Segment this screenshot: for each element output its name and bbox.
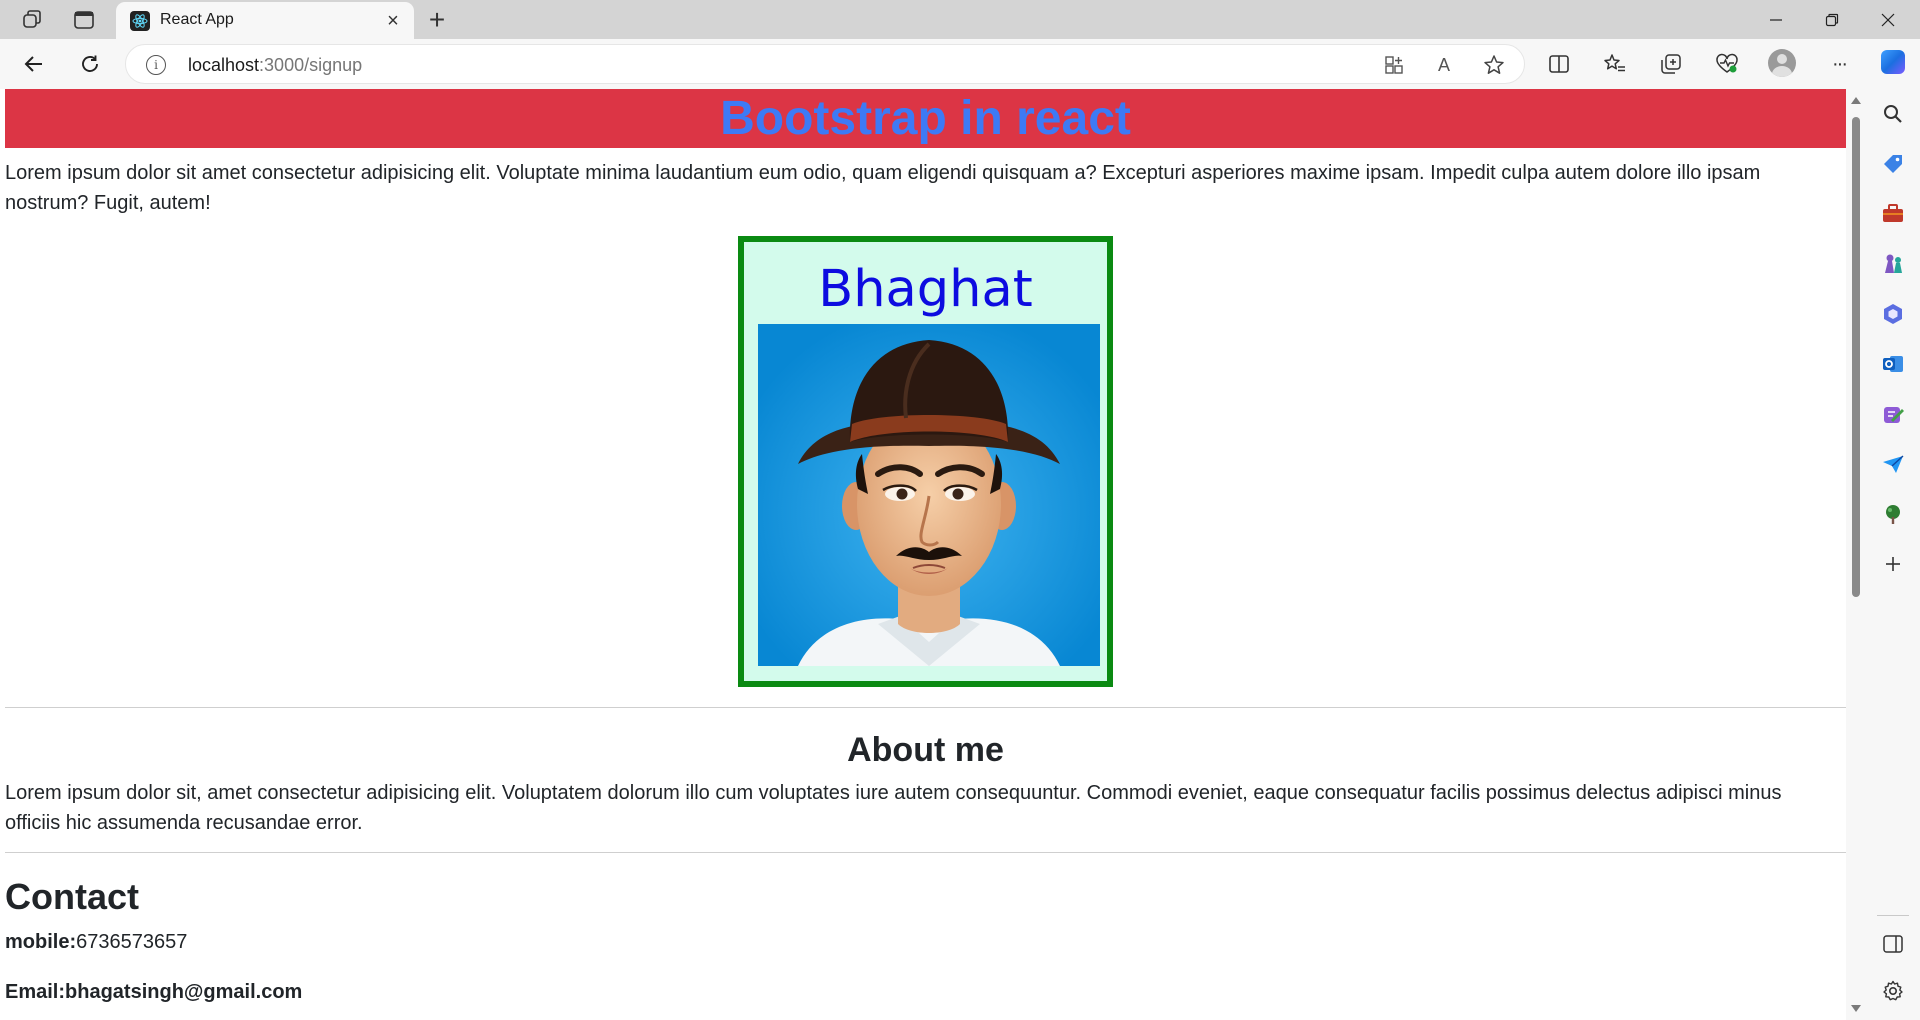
edge-sidebar (1866, 39, 1920, 1020)
url-text[interactable]: localhost:3000/signup (188, 55, 362, 76)
browser-titlebar: React App × + (0, 0, 1920, 39)
drop-icon[interactable] (1881, 402, 1905, 426)
copilot-icon[interactable] (1881, 50, 1905, 74)
profile-avatar[interactable] (1768, 49, 1796, 77)
tools-icon[interactable] (1881, 202, 1905, 226)
section-divider (5, 707, 1846, 708)
page-viewport: Bootstrap in react Lorem ipsum dolor sit… (5, 89, 1846, 1020)
tree-icon[interactable] (1881, 502, 1905, 526)
email-line: Email:bhagatsingh@gmail.com (5, 977, 1846, 1007)
about-heading: About me (847, 731, 1004, 769)
scroll-up-icon[interactable] (1851, 97, 1861, 104)
heart-pulse-icon[interactable] (1711, 48, 1743, 80)
sidebar-toggle-icon[interactable] (1881, 932, 1905, 956)
outlook-icon[interactable] (1881, 352, 1905, 376)
page-scrollbar[interactable] (1846, 89, 1866, 1020)
contact-heading: Contact (5, 876, 139, 917)
intro-text: Lorem ipsum dolor sit amet consectetur a… (5, 162, 1761, 214)
sidebar-separator (1877, 915, 1909, 916)
mobile-label: mobile: (5, 931, 77, 953)
minimize-icon[interactable] (1748, 0, 1804, 39)
refresh-icon[interactable] (74, 48, 106, 80)
workspaces-icon[interactable] (19, 8, 45, 32)
scroll-thumb[interactable] (1852, 117, 1860, 597)
app-install-icon[interactable] (1382, 53, 1406, 77)
microsoft365-icon[interactable] (1881, 302, 1905, 326)
section-divider (5, 852, 1846, 853)
collections-icon[interactable] (1655, 48, 1687, 80)
portrait-image (758, 324, 1100, 666)
send-icon[interactable] (1881, 452, 1905, 476)
scroll-down-icon[interactable] (1851, 1005, 1861, 1012)
mobile-line: mobile:6736573657 (5, 927, 1846, 957)
settings-icon[interactable] (1881, 979, 1905, 1003)
email-text: Email:bhagatsingh@gmail.com (5, 981, 303, 1003)
profile-card-wrapper: Bhaghat singh (5, 236, 1846, 687)
close-icon[interactable]: × (382, 10, 404, 32)
hero-title: Bootstrap in react (5, 89, 1846, 148)
close-window-icon[interactable] (1860, 0, 1916, 39)
url-host: localhost (188, 55, 260, 75)
games-icon[interactable] (1881, 252, 1905, 276)
favorites-icon[interactable] (1599, 48, 1631, 80)
tab-actions-icon[interactable] (71, 8, 97, 32)
more-icon[interactable]: ··· (1823, 48, 1855, 80)
profile-card: Bhaghat singh (738, 236, 1113, 687)
maximize-icon[interactable] (1804, 0, 1860, 39)
read-aloud-icon[interactable]: A (1432, 53, 1456, 77)
split-screen-icon[interactable] (1543, 48, 1575, 80)
react-favicon-icon (130, 11, 150, 31)
mobile-value: 6736573657 (76, 931, 188, 953)
url-path: :3000/signup (259, 55, 363, 75)
back-arrow-icon[interactable] (18, 48, 50, 80)
tab-title: React App (160, 11, 234, 28)
add-icon[interactable] (1881, 552, 1905, 576)
info-icon[interactable]: i (146, 55, 166, 75)
search-icon[interactable] (1881, 102, 1905, 126)
address-bar[interactable]: i localhost:3000/signup A (125, 44, 1525, 84)
shopping-icon[interactable] (1881, 152, 1905, 176)
plus-icon[interactable]: + (423, 6, 451, 34)
tab-react-app[interactable]: React App × (116, 2, 414, 39)
star-icon[interactable] (1482, 53, 1506, 77)
browser-toolbar: i localhost:3000/signup A ··· (0, 39, 1920, 89)
about-text: Lorem ipsum dolor sit, amet consectetur … (5, 782, 1782, 834)
